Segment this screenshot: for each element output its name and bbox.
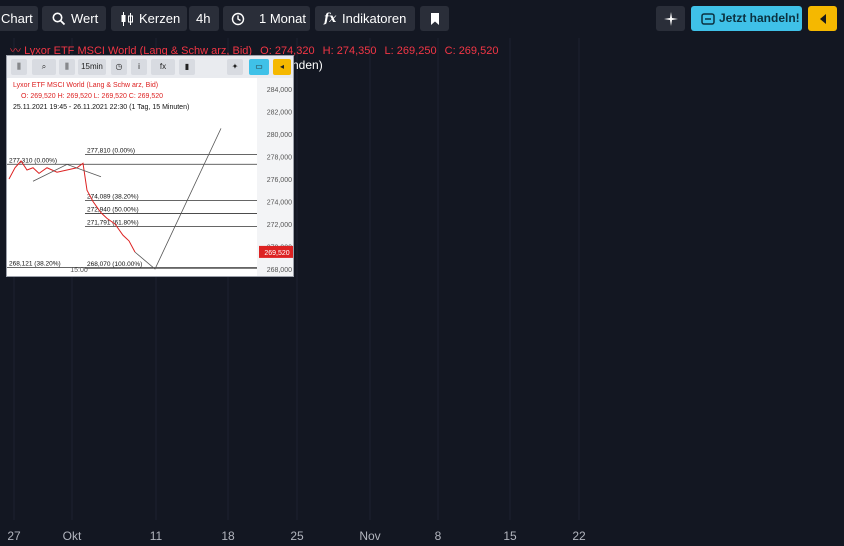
legend-h-label: H:: [322, 45, 334, 57]
x-tick-label: 8: [435, 529, 442, 543]
bookmark-button[interactable]: [420, 6, 449, 31]
search-icon: [52, 12, 66, 26]
legend-truncated-text: nden): [292, 58, 323, 72]
inset-y-tick: 282,000: [267, 110, 292, 117]
magic-button[interactable]: [656, 6, 685, 31]
chart-menu-button[interactable]: Chart: [0, 6, 38, 31]
inset-chart-image: ⫼ ⌕ ⫼ 15min ◷ i fx ▮ ✦ ▭ ◂ Lyxor ETF MSC…: [6, 55, 294, 277]
inset-plot: 284,000 282,000 280,000 278,000 276,000 274,0…: [7, 78, 293, 276]
x-tick-label: Okt: [63, 529, 82, 543]
inset-price-label: 269,520: [264, 250, 289, 257]
chart-menu-label: Chart: [1, 11, 33, 26]
x-tick-label: 25: [290, 529, 304, 543]
clock-icon: [231, 12, 245, 26]
interval-button[interactable]: 4h: [189, 6, 219, 31]
inset-y-tick: 268,000: [267, 267, 292, 274]
inset-x-tick: 15:00: [70, 267, 88, 274]
x-tick-label: 15: [503, 529, 517, 543]
inset-trend-line: [32, 163, 102, 182]
inset-fib-label: 277,810 (0.00%): [87, 148, 135, 155]
x-tick-label: Nov: [359, 529, 380, 543]
trade-now-label: Jetzt handeln!: [719, 11, 800, 25]
price-axis-panel: [785, 38, 844, 508]
caret-left-icon: [820, 14, 826, 24]
x-tick-label: 27: [7, 529, 21, 543]
chart-type-button[interactable]: Kerzen: [111, 6, 187, 31]
inset-y-tick: 278,000: [267, 155, 292, 162]
x-tick-label: 22: [572, 529, 586, 543]
indicators-label: Indikatoren: [342, 11, 407, 26]
legend-l-label: L:: [384, 45, 394, 57]
trade-now-button[interactable]: Jetzt handeln!: [691, 6, 802, 31]
ticket-icon: [701, 13, 715, 25]
bookmark-icon: [431, 13, 439, 25]
x-tick-label: 11: [150, 529, 163, 543]
inset-projection: [134, 128, 222, 270]
search-button[interactable]: Wert: [42, 6, 106, 31]
legend-low: 269,250: [396, 45, 437, 57]
inset-fib-label: 268,121 (38.20%): [9, 261, 61, 268]
inset-y-tick: 284,000: [267, 87, 292, 94]
fx-icon: fx: [324, 11, 337, 25]
candlestick-icon: [121, 12, 133, 26]
toolbar: Chart Wert Kerzen 4h 1 Monat fx Indikato…: [0, 0, 844, 38]
legend-high: 274,350: [336, 45, 377, 57]
inset-fib-label: 274,089 (38.20%): [87, 193, 139, 200]
legend-close: 269,520: [458, 45, 499, 57]
indicators-button[interactable]: fx Indikatoren: [315, 6, 415, 31]
inset-fib-label: 277,310 (0.00%): [9, 157, 57, 164]
range-label: 1 Monat: [259, 11, 306, 26]
inset-fib-label: 268,070 (100.00%): [87, 261, 142, 268]
x-tick-label: 18: [221, 529, 235, 543]
inset-y-tick: 272,000: [267, 222, 292, 229]
inset-y-tick: 280,000: [267, 132, 292, 139]
search-label: Wert: [71, 11, 99, 26]
interval-label: 4h: [196, 11, 211, 26]
inset-y-tick: 274,000: [267, 200, 292, 207]
panel-toggle-button[interactable]: [808, 6, 837, 31]
sparkle-icon: [664, 12, 678, 26]
chart-type-label: Kerzen: [139, 11, 181, 26]
legend-c-label: C:: [444, 45, 456, 57]
inset-fib-label: 272,940 (50.00%): [87, 206, 139, 213]
range-button[interactable]: 1 Monat: [223, 6, 310, 31]
inset-y-tick: 276,000: [267, 177, 292, 184]
